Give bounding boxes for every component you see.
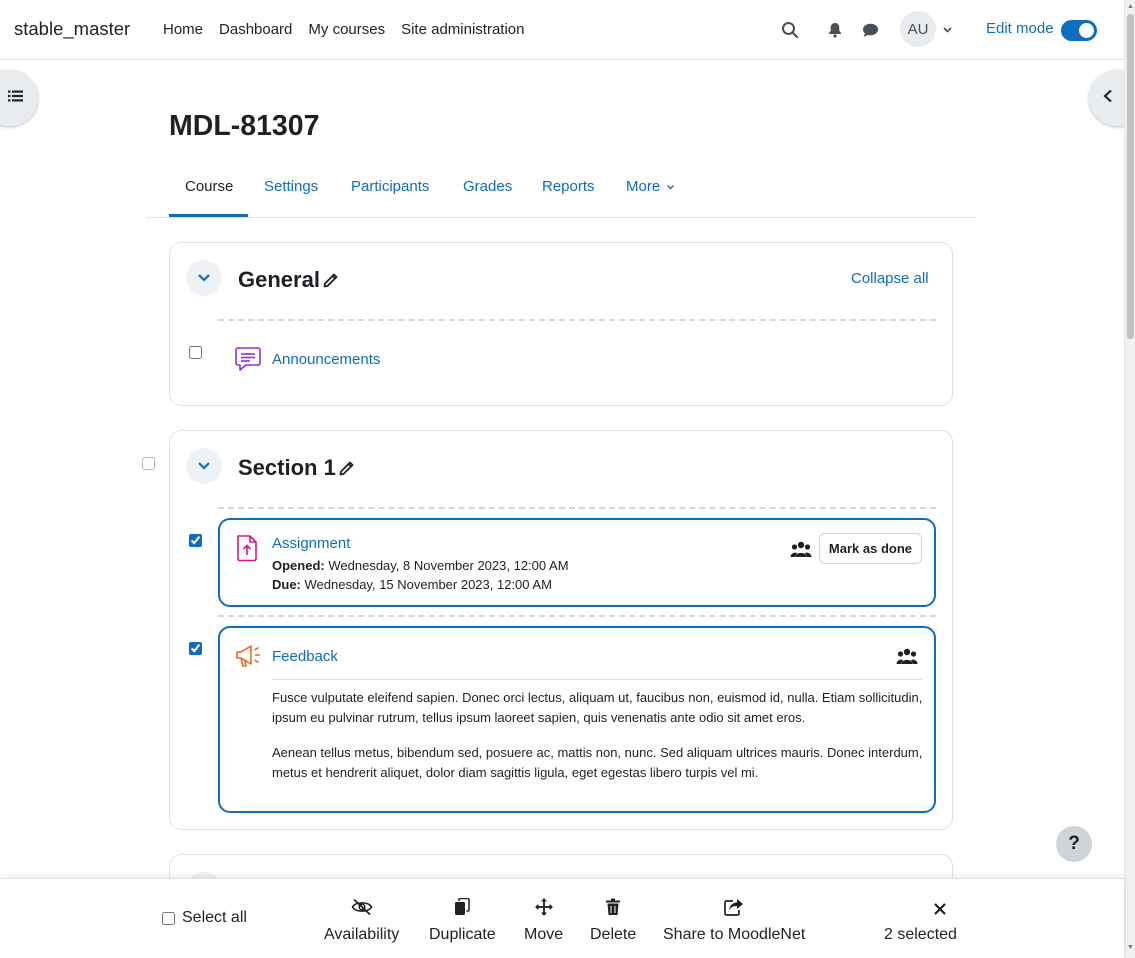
section-1: Section 1 Assignment Opened: Wednesday, … xyxy=(169,430,953,830)
eye-slash-icon xyxy=(351,896,373,918)
copy-icon xyxy=(454,896,471,918)
group-mode-icon[interactable] xyxy=(896,647,918,670)
duplicate-button[interactable]: Duplicate xyxy=(429,896,496,944)
activity-description-paragraph: Fusce vulputate eleifend sapien. Donec o… xyxy=(272,690,923,725)
chevron-down-icon xyxy=(198,274,210,282)
course-secondary-navigation: Course Settings Participants Grades Repo… xyxy=(146,160,976,218)
pencil-icon[interactable] xyxy=(322,271,340,289)
collapse-all-link[interactable]: Collapse all xyxy=(851,270,929,287)
section-collapse-button[interactable] xyxy=(186,260,222,296)
help-button[interactable]: ? xyxy=(1056,826,1092,862)
avatar[interactable]: AU xyxy=(900,11,936,47)
scroll-up-icon[interactable]: ▲ xyxy=(1127,3,1134,10)
activity-select-checkbox[interactable] xyxy=(189,642,202,655)
share-to-moodlenet-button[interactable]: Share to MoodleNet xyxy=(663,896,805,944)
edit-mode-toggle[interactable] xyxy=(1061,20,1097,41)
activity-name-link[interactable]: Assignment xyxy=(272,535,350,552)
activity-feedback[interactable]: Feedback Fusce vulputate eleifend sapien… xyxy=(218,626,936,813)
list-icon xyxy=(8,89,23,107)
edit-mode-label[interactable]: Edit mode xyxy=(986,20,1054,37)
tab-grades[interactable]: Grades xyxy=(463,178,512,195)
scroll-down-icon[interactable]: ▼ xyxy=(1127,944,1134,951)
nav-home[interactable]: Home xyxy=(155,21,211,38)
opened-label: Opened: xyxy=(272,558,325,573)
tab-participants[interactable]: Participants xyxy=(351,178,429,195)
close-icon[interactable] xyxy=(930,899,950,924)
activity-divider xyxy=(218,615,936,617)
due-value: Wednesday, 15 November 2023, 12:00 AM xyxy=(304,577,552,592)
section-title[interactable]: General xyxy=(238,267,320,293)
share-to-moodlenet-label: Share to MoodleNet xyxy=(663,926,806,943)
chevron-down-icon xyxy=(198,462,210,470)
chat-icon[interactable] xyxy=(860,20,880,40)
assignment-icon xyxy=(235,534,259,567)
primary-navigation: Home Dashboard My courses Site administr… xyxy=(155,0,533,58)
tab-more[interactable]: More xyxy=(626,178,675,195)
scrollbar-thumb[interactable] xyxy=(1127,14,1134,339)
active-tab-indicator xyxy=(169,214,248,217)
section-divider xyxy=(218,319,936,321)
share-icon xyxy=(724,896,744,918)
bell-icon[interactable] xyxy=(825,20,845,40)
due-label: Due: xyxy=(272,577,301,592)
availability-label: Availability xyxy=(324,926,400,943)
page-scrollbar[interactable]: ▲ ▼ xyxy=(1124,0,1135,958)
forum-icon xyxy=(234,345,262,378)
duplicate-label: Duplicate xyxy=(429,926,496,943)
course-index-drawer-toggle[interactable] xyxy=(0,70,38,126)
availability-button[interactable]: Availability xyxy=(324,896,399,944)
opened-value: Wednesday, 8 November 2023, 12:00 AM xyxy=(328,558,569,573)
pencil-icon[interactable] xyxy=(338,459,356,477)
chevron-down-icon xyxy=(667,185,675,190)
tab-more-label: More xyxy=(626,178,661,195)
activity-due-date: Due: Wednesday, 15 November 2023, 12:00 … xyxy=(272,577,552,592)
select-all-control[interactable]: Select all xyxy=(162,909,247,927)
section-general: General Collapse all Announcements xyxy=(169,242,953,406)
trash-icon xyxy=(605,896,621,918)
activity-select-checkbox[interactable] xyxy=(189,346,202,359)
nav-dashboard[interactable]: Dashboard xyxy=(211,21,300,38)
move-button[interactable]: Move xyxy=(524,896,563,944)
bulk-edit-toolbar: Select all Availability Duplicate Move D… xyxy=(0,878,1124,958)
move-label: Move xyxy=(524,926,564,943)
mark-as-done-button[interactable]: Mark as done xyxy=(818,533,922,564)
feedback-icon xyxy=(234,643,264,674)
section-divider xyxy=(218,507,936,509)
chevron-left-icon xyxy=(1102,89,1114,108)
activity-opened-date: Opened: Wednesday, 8 November 2023, 12:0… xyxy=(272,558,569,573)
section-title[interactable]: Section 1 xyxy=(238,455,336,481)
tab-course[interactable]: Course xyxy=(185,178,233,195)
nav-my-courses[interactable]: My courses xyxy=(300,21,393,38)
select-all-label: Select all xyxy=(182,909,247,926)
activity-assignment[interactable]: Assignment Opened: Wednesday, 8 November… xyxy=(218,518,936,607)
move-arrows-icon xyxy=(534,896,553,918)
nav-site-administration[interactable]: Site administration xyxy=(393,21,532,38)
selected-count: 2 selected xyxy=(884,926,957,943)
tab-reports[interactable]: Reports xyxy=(542,178,595,195)
select-all-checkbox[interactable] xyxy=(162,911,175,925)
page-title: MDL-81307 xyxy=(169,110,320,142)
site-brand[interactable]: stable_master xyxy=(14,18,130,40)
avatar-initials: AU xyxy=(907,20,929,38)
section-collapse-button[interactable] xyxy=(186,448,222,484)
description-divider xyxy=(272,679,922,680)
delete-button[interactable]: Delete xyxy=(590,896,636,944)
chevron-down-icon[interactable] xyxy=(942,22,953,40)
help-icon: ? xyxy=(1068,833,1080,854)
group-mode-icon[interactable] xyxy=(790,540,812,563)
section-select-checkbox[interactable] xyxy=(142,457,155,470)
search-icon[interactable] xyxy=(780,20,800,40)
activity-name-link[interactable]: Announcements xyxy=(272,351,380,368)
activity-name-link[interactable]: Feedback xyxy=(272,648,338,665)
activity-select-checkbox[interactable] xyxy=(189,534,202,547)
top-navbar: stable_master Home Dashboard My courses … xyxy=(0,0,1124,60)
tab-settings[interactable]: Settings xyxy=(264,178,318,195)
activity-description-paragraph: Aenean tellus metus, bibendum sed, posue… xyxy=(272,745,923,780)
delete-label: Delete xyxy=(590,926,637,943)
